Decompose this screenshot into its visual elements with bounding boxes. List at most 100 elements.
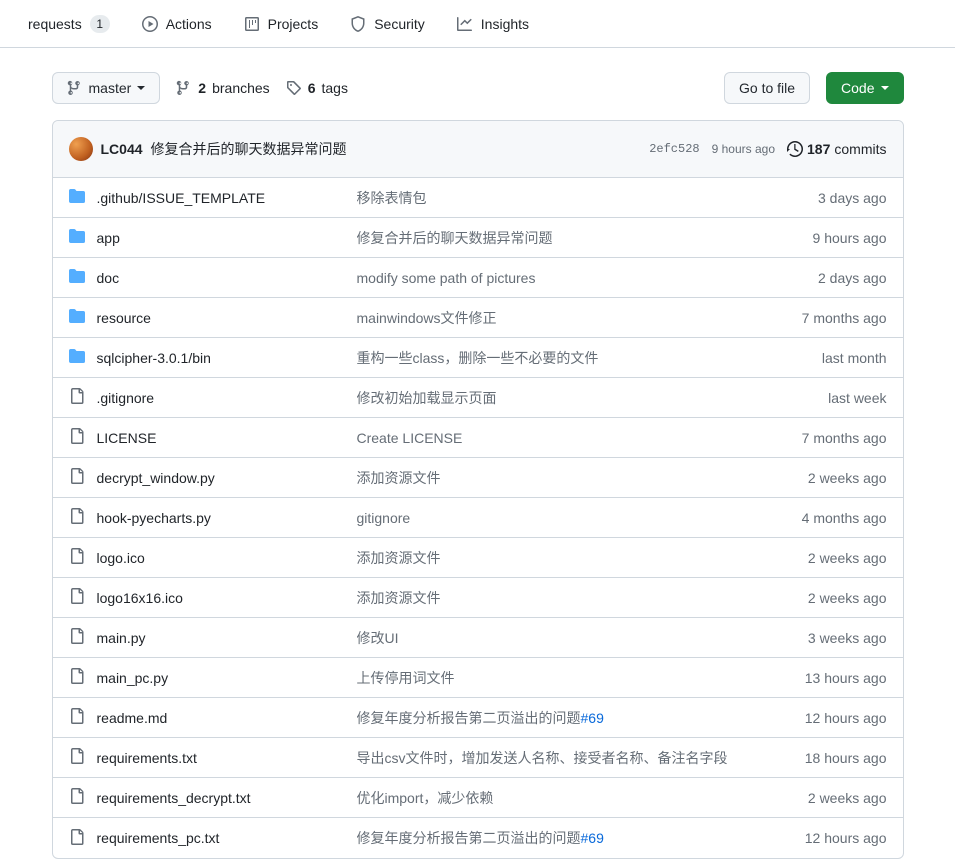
file-icon xyxy=(69,829,85,845)
file-time: 3 days ago xyxy=(747,190,887,206)
file-row: main.py修改UI3 weeks ago xyxy=(53,618,903,658)
commit-hash[interactable]: 2efc528 xyxy=(649,142,699,156)
tab-pull-requests[interactable]: requests 1 xyxy=(16,7,122,41)
caret-down-icon xyxy=(137,86,145,90)
file-time: 9 hours ago xyxy=(747,230,887,246)
file-time: last week xyxy=(747,390,887,406)
file-row: main_pc.py上传停用词文件13 hours ago xyxy=(53,658,903,698)
file-name[interactable]: readme.md xyxy=(97,710,357,726)
file-name[interactable]: decrypt_window.py xyxy=(97,470,357,486)
branches-link[interactable]: 2 branches xyxy=(176,80,269,96)
tab-insights[interactable]: Insights xyxy=(445,8,541,40)
file-commit-message[interactable]: 修复合并后的聊天数据异常问题 xyxy=(357,228,747,248)
file-commit-message[interactable]: 上传停用词文件 xyxy=(357,668,747,688)
file-commit-message[interactable]: 修改UI xyxy=(357,628,747,648)
counter-badge: 1 xyxy=(90,15,110,33)
file-commit-message[interactable]: 修复年度分析报告第二页溢出的问题#69 xyxy=(357,828,747,848)
file-listing: LC044 修复合并后的聊天数据异常问题 2efc528 9 hours ago… xyxy=(52,120,904,859)
file-row: requirements.txt导出csv文件时，增加发送人名称、接受者名称、备… xyxy=(53,738,903,778)
file-commit-message[interactable]: 添加资源文件 xyxy=(357,468,747,488)
file-name[interactable]: requirements_pc.txt xyxy=(97,830,357,846)
file-icon xyxy=(69,428,85,444)
issue-link[interactable]: #69 xyxy=(581,710,604,726)
file-name[interactable]: main.py xyxy=(97,630,357,646)
commits-link[interactable]: 187 commits xyxy=(787,141,886,157)
tags-link[interactable]: 6 tags xyxy=(286,80,348,96)
file-commit-message[interactable]: mainwindows文件修正 xyxy=(357,308,747,328)
file-name[interactable]: logo16x16.ico xyxy=(97,590,357,606)
file-name[interactable]: .gitignore xyxy=(97,390,357,406)
tab-label: requests xyxy=(28,16,82,32)
file-time: 2 days ago xyxy=(747,270,887,286)
file-time: 13 hours ago xyxy=(747,670,887,686)
file-name[interactable]: logo.ico xyxy=(97,550,357,566)
file-icon xyxy=(69,788,85,804)
folder-icon xyxy=(69,188,85,204)
file-row: sqlcipher-3.0.1/bin重构一些class，删除一些不必要的文件l… xyxy=(53,338,903,378)
commit-author[interactable]: LC044 xyxy=(101,141,143,157)
file-commit-message[interactable]: 修改初始加载显示页面 xyxy=(357,388,747,408)
file-commit-message[interactable]: 移除表情包 xyxy=(357,188,747,208)
file-time: 12 hours ago xyxy=(747,830,887,846)
play-icon xyxy=(142,16,158,32)
file-row: .gitignore修改初始加载显示页面last week xyxy=(53,378,903,418)
tab-actions[interactable]: Actions xyxy=(130,8,224,40)
folder-icon xyxy=(69,268,85,284)
code-button[interactable]: Code xyxy=(826,72,903,104)
tab-label: Insights xyxy=(481,16,529,32)
file-commit-message[interactable]: 修复年度分析报告第二页溢出的问题#69 xyxy=(357,708,747,728)
file-name[interactable]: app xyxy=(97,230,357,246)
file-commit-message[interactable]: 重构一些class，删除一些不必要的文件 xyxy=(357,348,747,368)
folder-icon xyxy=(69,348,85,364)
file-name[interactable]: sqlcipher-3.0.1/bin xyxy=(97,350,357,366)
latest-commit-bar: LC044 修复合并后的聊天数据异常问题 2efc528 9 hours ago… xyxy=(53,121,903,178)
file-row: LICENSECreate LICENSE7 months ago xyxy=(53,418,903,458)
file-name[interactable]: hook-pyecharts.py xyxy=(97,510,357,526)
file-icon xyxy=(69,548,85,564)
file-name[interactable]: main_pc.py xyxy=(97,670,357,686)
file-icon xyxy=(69,708,85,724)
file-row: requirements_decrypt.txt优化import，减少依赖2 w… xyxy=(53,778,903,818)
file-time: last month xyxy=(747,350,887,366)
caret-down-icon xyxy=(881,86,889,90)
tab-label: Actions xyxy=(166,16,212,32)
commit-message[interactable]: 修复合并后的聊天数据异常问题 xyxy=(151,139,347,159)
file-name[interactable]: requirements.txt xyxy=(97,750,357,766)
tab-security[interactable]: Security xyxy=(338,8,437,40)
file-row: logo16x16.ico添加资源文件2 weeks ago xyxy=(53,578,903,618)
shield-icon xyxy=(350,16,366,32)
file-commit-message[interactable]: modify some path of pictures xyxy=(357,270,747,286)
file-commit-message[interactable]: gitignore xyxy=(357,510,747,526)
avatar[interactable] xyxy=(69,137,93,161)
file-commit-message[interactable]: 添加资源文件 xyxy=(357,588,747,608)
branch-icon xyxy=(176,80,192,96)
file-icon xyxy=(69,508,85,524)
file-row: readme.md修复年度分析报告第二页溢出的问题#6912 hours ago xyxy=(53,698,903,738)
file-row: hook-pyecharts.pygitignore4 months ago xyxy=(53,498,903,538)
file-commit-message[interactable]: 导出csv文件时，增加发送人名称、接受者名称、备注名字段 xyxy=(357,748,747,768)
file-icon xyxy=(69,628,85,644)
file-icon xyxy=(69,668,85,684)
file-commit-message[interactable]: Create LICENSE xyxy=(357,430,747,446)
go-to-file-button[interactable]: Go to file xyxy=(724,72,810,104)
file-commit-message[interactable]: 添加资源文件 xyxy=(357,548,747,568)
tag-icon xyxy=(286,80,302,96)
file-row: logo.ico添加资源文件2 weeks ago xyxy=(53,538,903,578)
branch-select-button[interactable]: master xyxy=(52,72,161,104)
tab-projects[interactable]: Projects xyxy=(232,8,331,40)
tags-count: 6 xyxy=(308,80,316,96)
file-time: 4 months ago xyxy=(747,510,887,526)
file-time: 12 hours ago xyxy=(747,710,887,726)
file-name[interactable]: doc xyxy=(97,270,357,286)
file-name[interactable]: resource xyxy=(97,310,357,326)
file-name[interactable]: requirements_decrypt.txt xyxy=(97,790,357,806)
file-name[interactable]: LICENSE xyxy=(97,430,357,446)
issue-link[interactable]: #69 xyxy=(581,830,604,846)
file-name[interactable]: .github/ISSUE_TEMPLATE xyxy=(97,190,357,206)
commit-time[interactable]: 9 hours ago xyxy=(712,142,775,156)
graph-icon xyxy=(457,16,473,32)
file-commit-message[interactable]: 优化import，减少依赖 xyxy=(357,788,747,808)
branches-count: 2 xyxy=(198,80,206,96)
file-time: 7 months ago xyxy=(747,430,887,446)
file-time: 2 weeks ago xyxy=(747,470,887,486)
